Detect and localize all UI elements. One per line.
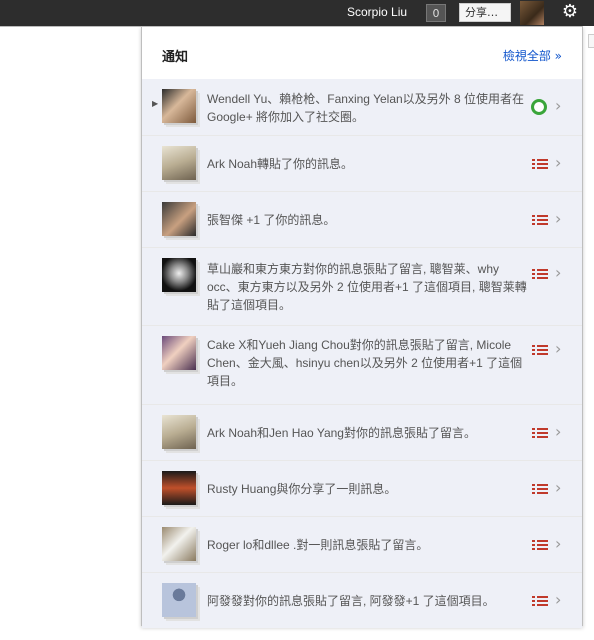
chevron-right-icon[interactable]: › bbox=[555, 424, 561, 440]
notification-text: Roger lo和dllee .對一則訊息張貼了留言。 bbox=[207, 538, 429, 552]
notification-item[interactable]: Rusty Huang與你分享了一則訊息。 › bbox=[142, 461, 582, 517]
share-button[interactable]: 分享… bbox=[459, 3, 511, 22]
avatar bbox=[162, 202, 196, 236]
notification-item[interactable]: 張智傑 +1 了你的訊息。 › bbox=[142, 192, 582, 248]
notification-item[interactable]: Ark Noah和Jen Hao Yang對你的訊息張貼了留言。 › bbox=[142, 405, 582, 461]
avatar bbox=[162, 583, 196, 617]
notification-item[interactable]: Ark Noah轉貼了你的訊息。 › bbox=[142, 136, 582, 192]
notification-text: Cake X和Yueh Jiang Chou對你的訊息張貼了留言, Micole… bbox=[207, 338, 523, 388]
avatar bbox=[162, 336, 196, 370]
stream-icon bbox=[532, 215, 548, 225]
notification-text: 草山巖和東方東方對你的訊息張貼了留言, 聰智莱、why occ、東方東方以及另外… bbox=[207, 262, 527, 312]
notification-count[interactable]: 0 bbox=[426, 4, 446, 22]
panel-header: 通知 檢視全部 » bbox=[142, 27, 582, 80]
chevron-right-icon[interactable]: › bbox=[555, 98, 561, 114]
notification-text: Wendell Yu、賴枪枪、Fanxing Yelan以及另外 8 位使用者在… bbox=[207, 92, 525, 124]
notification-text: Ark Noah和Jen Hao Yang對你的訊息張貼了留言。 bbox=[207, 426, 476, 440]
panel-title: 通知 bbox=[162, 50, 189, 65]
stream-icon bbox=[532, 269, 548, 279]
notification-item[interactable]: Cake X和Yueh Jiang Chou對你的訊息張貼了留言, Micole… bbox=[142, 326, 582, 405]
chevron-right-icon[interactable]: › bbox=[555, 592, 561, 608]
user-name[interactable]: Scorpio Liu bbox=[347, 5, 407, 19]
notification-text: 張智傑 +1 了你的訊息。 bbox=[207, 213, 336, 227]
avatar bbox=[162, 471, 196, 505]
view-all-link[interactable]: 檢視全部 » bbox=[503, 47, 562, 64]
avatar bbox=[162, 258, 196, 292]
avatar bbox=[162, 527, 196, 561]
avatar bbox=[162, 89, 196, 123]
stream-icon bbox=[532, 484, 548, 494]
scrollbar-edge bbox=[588, 34, 594, 48]
stream-icon bbox=[532, 540, 548, 550]
notification-text: Rusty Huang與你分享了一則訊息。 bbox=[207, 482, 397, 496]
notification-item[interactable]: 草山巖和東方東方對你的訊息張貼了留言, 聰智莱、why occ、東方東方以及另外… bbox=[142, 248, 582, 326]
chevron-right-icon[interactable]: › bbox=[555, 211, 561, 227]
top-bar: Scorpio Liu 0 分享… ⚙ bbox=[0, 0, 594, 26]
stream-icon bbox=[532, 159, 548, 169]
chevron-right-icon[interactable]: › bbox=[555, 155, 561, 171]
avatar[interactable] bbox=[520, 1, 544, 25]
chevron-right-icon[interactable]: › bbox=[555, 265, 561, 281]
caret-right-icon: ▶ bbox=[152, 99, 159, 108]
chevron-right-icon[interactable]: › bbox=[555, 536, 561, 552]
notification-item[interactable]: 阿發發對你的訊息張貼了留言, 阿發發+1 了這個項目。 › bbox=[142, 573, 582, 628]
avatar bbox=[162, 415, 196, 449]
notification-panel: 通知 檢視全部 » ▶ Wendell Yu、賴枪枪、Fanxing Yelan… bbox=[141, 26, 583, 628]
gear-icon[interactable]: ⚙ bbox=[560, 2, 580, 22]
notification-list: ▶ Wendell Yu、賴枪枪、Fanxing Yelan以及另外 8 位使用… bbox=[142, 79, 582, 628]
chevron-right-icon[interactable]: › bbox=[555, 341, 561, 357]
stream-icon bbox=[532, 596, 548, 606]
notification-text: Ark Noah轉貼了你的訊息。 bbox=[207, 157, 354, 171]
divider bbox=[0, 26, 142, 27]
stream-icon bbox=[532, 428, 548, 438]
notification-item[interactable]: Roger lo和dllee .對一則訊息張貼了留言。 › bbox=[142, 517, 582, 573]
avatar bbox=[162, 146, 196, 180]
notification-text: 阿發發對你的訊息張貼了留言, 阿發發+1 了這個項目。 bbox=[207, 594, 495, 608]
notification-item[interactable]: ▶ Wendell Yu、賴枪枪、Fanxing Yelan以及另外 8 位使用… bbox=[142, 79, 582, 136]
chevron-right-icon[interactable]: › bbox=[555, 480, 561, 496]
circle-add-icon bbox=[531, 99, 547, 115]
stream-icon bbox=[532, 345, 548, 355]
